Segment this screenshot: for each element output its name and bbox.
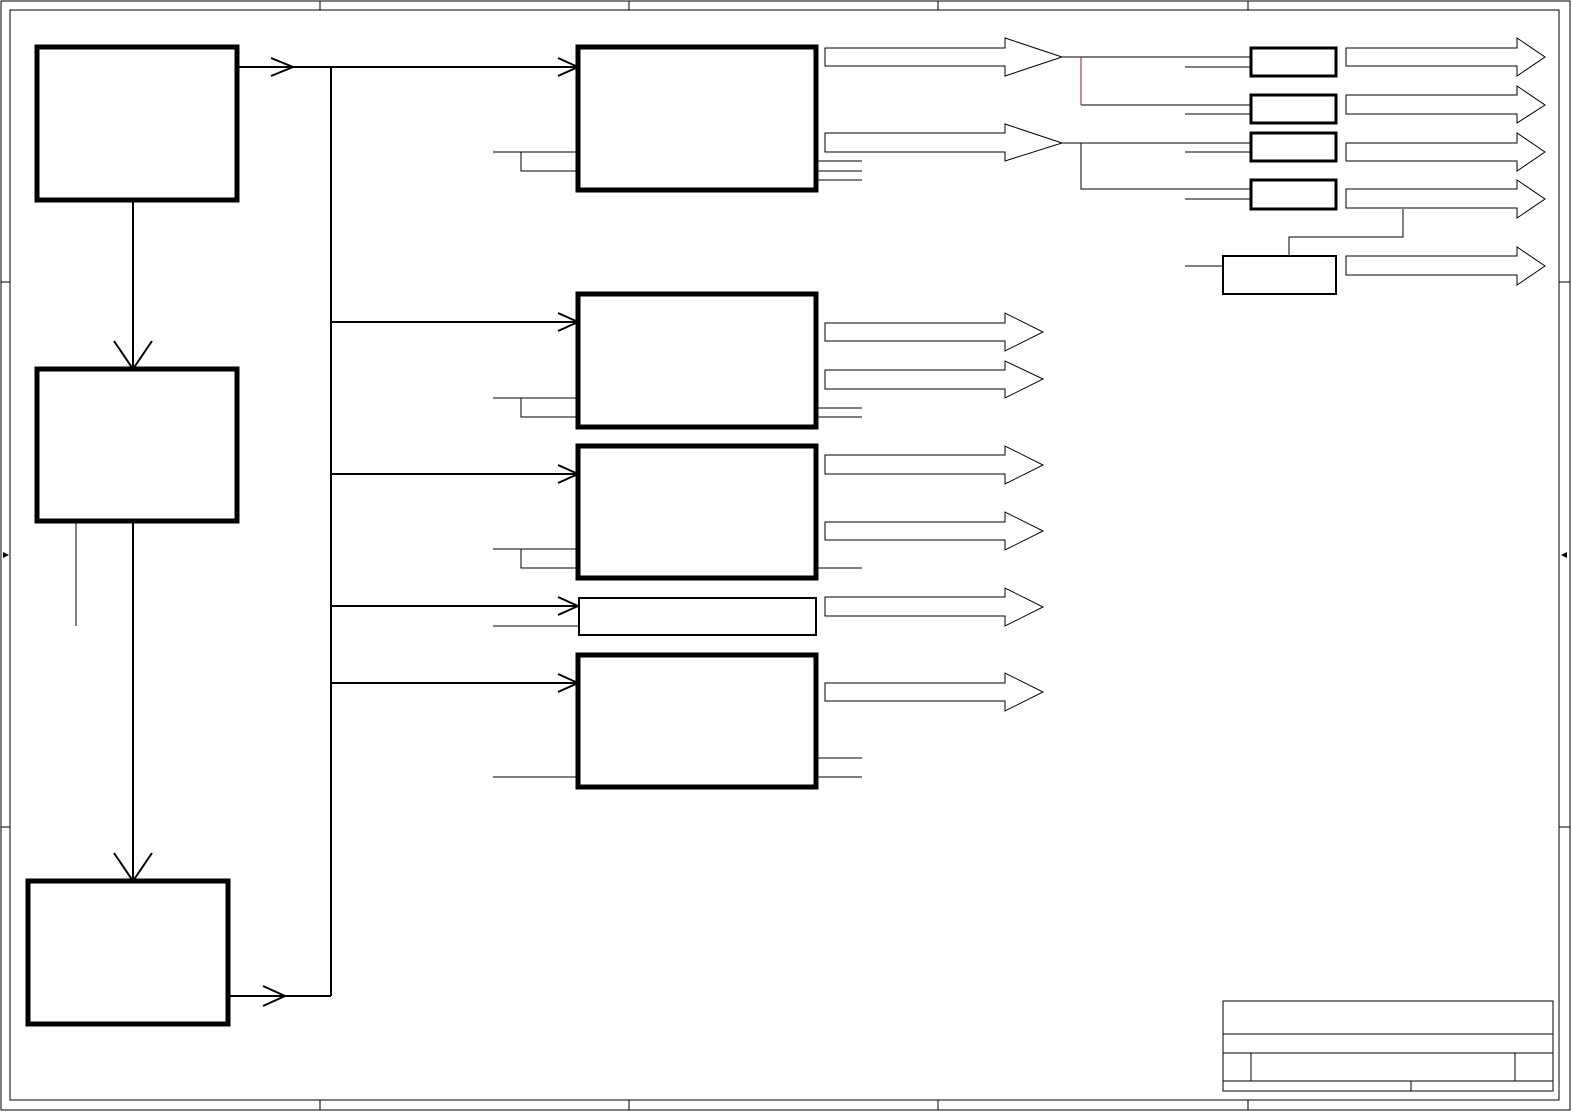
block-middle-left xyxy=(34,366,240,524)
block-right-1 xyxy=(1249,46,1338,78)
output-stubs-block-1 xyxy=(816,160,862,181)
output-stubs-block-5 xyxy=(816,757,862,778)
bus-tap-1 xyxy=(331,57,581,77)
block-center-2 xyxy=(575,291,819,430)
hollow-arrow-right-4 xyxy=(1345,179,1546,219)
block-right-3 xyxy=(1249,131,1338,163)
diagram-canvas xyxy=(0,0,1571,1111)
hollow-arrow-3b xyxy=(824,511,1045,551)
hollow-arrow-4 xyxy=(824,587,1045,627)
block-center-5 xyxy=(575,652,819,790)
input-stub-block-3 xyxy=(493,548,578,569)
hollow-arrow-3a xyxy=(824,445,1045,485)
block-center-4 xyxy=(578,597,817,636)
bus-tap-3 xyxy=(331,464,581,484)
block-right-5 xyxy=(1222,255,1337,295)
hollow-arrow-1b xyxy=(824,123,1064,162)
title-block xyxy=(1222,1000,1554,1092)
block-right-2 xyxy=(1249,93,1338,125)
flow-arrow-middle-to-bottom xyxy=(113,521,153,883)
bus-tap-2 xyxy=(331,312,581,332)
schematic-diagram xyxy=(0,0,1572,1112)
center-mark-left xyxy=(3,552,9,558)
output-stubs-block-2 xyxy=(816,407,862,418)
flow-arrow-top-to-middle xyxy=(113,200,153,371)
hollow-arrow-right-3 xyxy=(1345,132,1546,172)
block-right-4 xyxy=(1249,178,1338,211)
hollow-arrow-2a xyxy=(824,312,1045,352)
block-center-3 xyxy=(575,443,819,581)
feedback-connector xyxy=(1288,209,1404,256)
bus-tap-5 xyxy=(331,673,581,693)
input-stub-block-2 xyxy=(493,397,578,418)
input-stub-block-1 xyxy=(493,151,578,172)
center-mark-right xyxy=(1561,552,1567,558)
hollow-arrow-2b xyxy=(824,360,1045,399)
hollow-arrow-right-1 xyxy=(1345,37,1546,77)
bus-tap-4 xyxy=(331,596,581,616)
hollow-arrow-right-2 xyxy=(1345,85,1546,124)
block-top-left xyxy=(34,44,240,203)
block-center-1 xyxy=(575,44,819,193)
block-bottom-left xyxy=(25,878,231,1027)
hollow-arrow-5 xyxy=(824,672,1045,712)
hollow-arrow-1a xyxy=(824,37,1064,77)
distribution-line-3 xyxy=(1062,142,1251,190)
hollow-arrow-right-5 xyxy=(1345,246,1546,286)
main-bus xyxy=(228,57,332,1007)
